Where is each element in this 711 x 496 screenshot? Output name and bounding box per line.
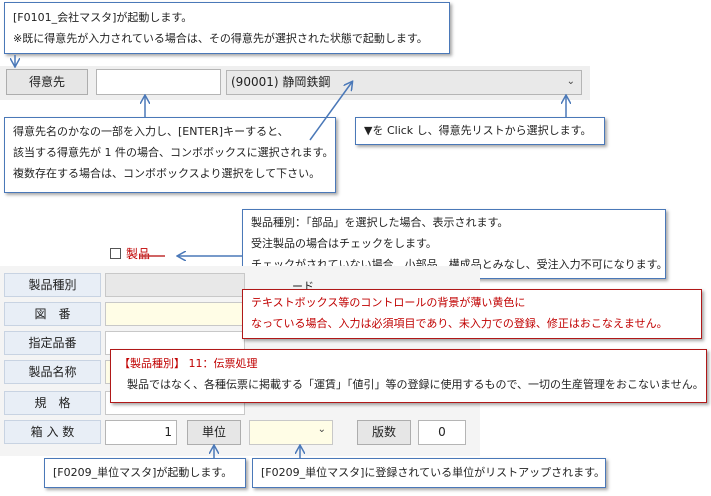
callout-arrows <box>0 55 711 458</box>
